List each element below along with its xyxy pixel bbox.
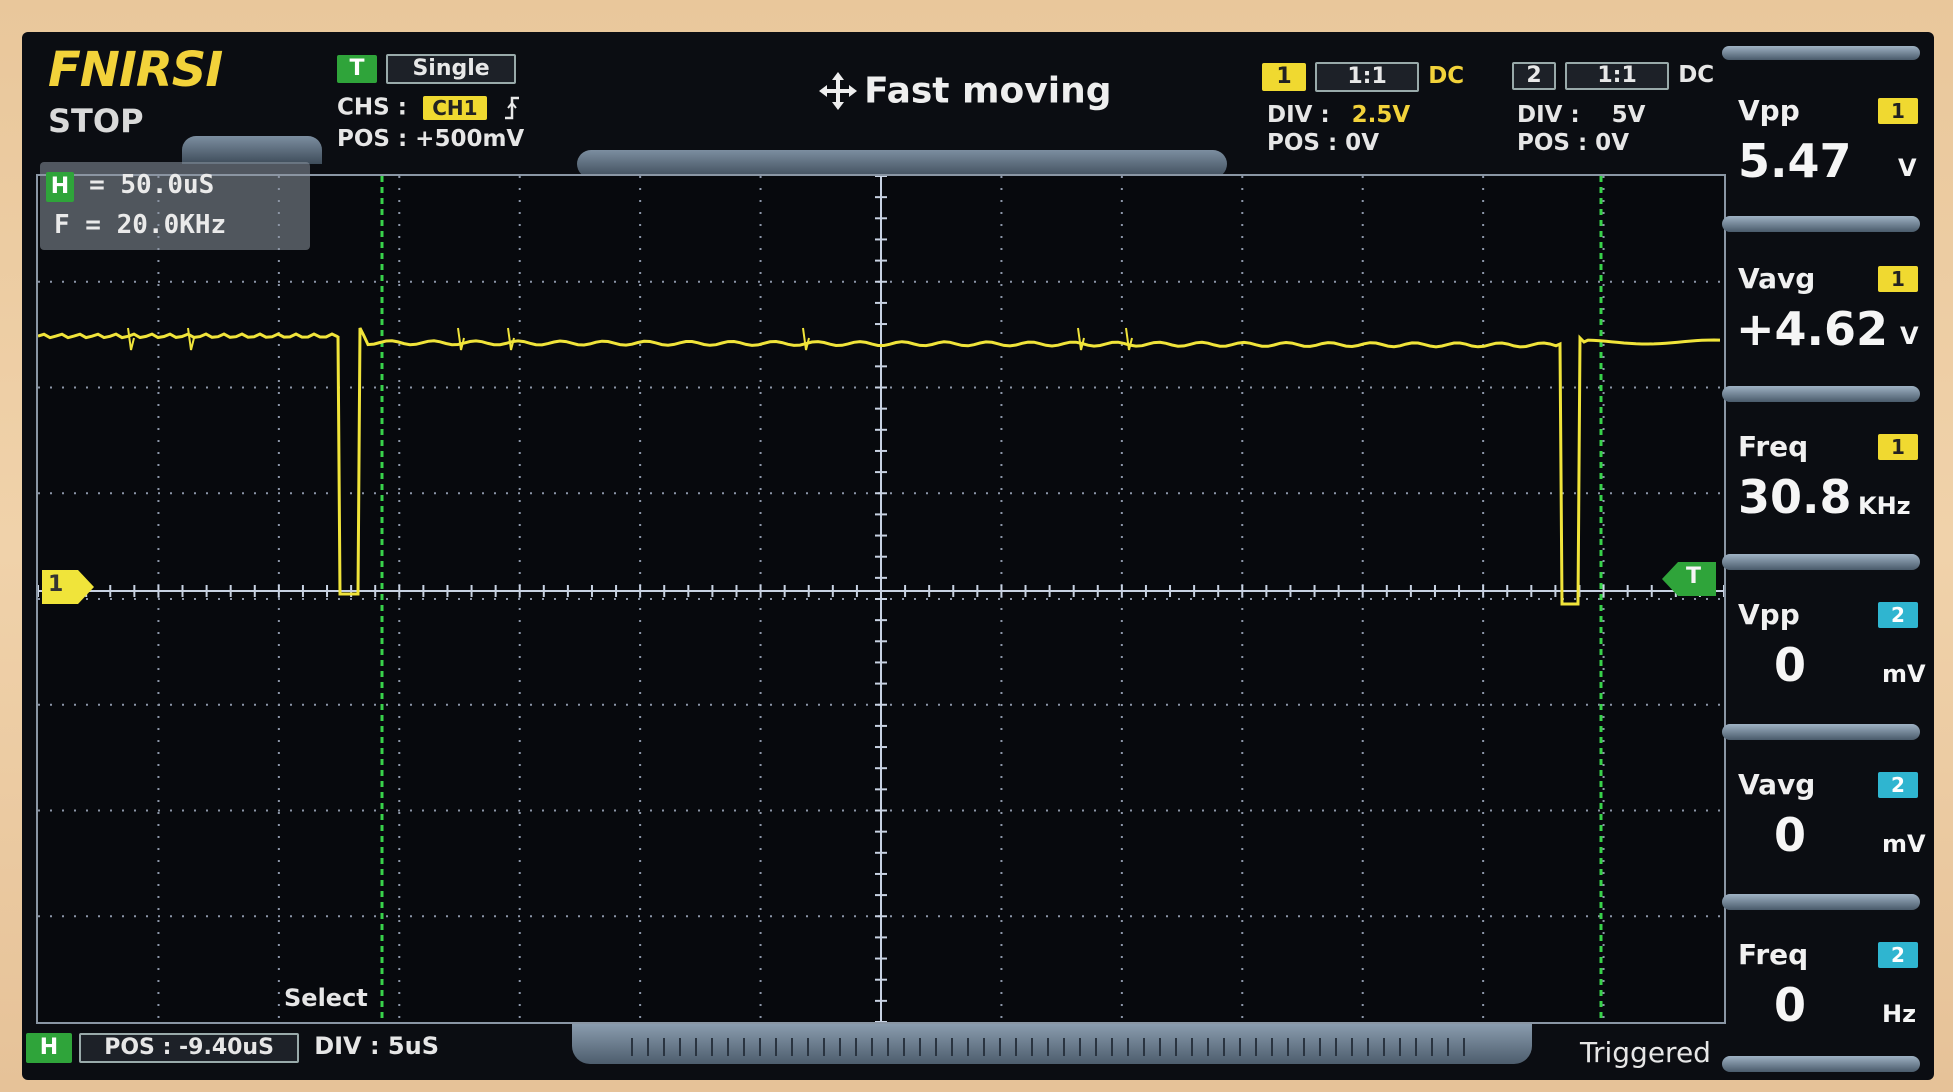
- timebase-div[interactable]: DIV : 5uS: [314, 1032, 439, 1060]
- cursor-f-value: F = 20.0KHz: [54, 210, 227, 240]
- meas-separator-2: [1722, 386, 1920, 402]
- meas-ch1-vpp[interactable]: Vpp 1 5.47 V: [1738, 94, 1924, 214]
- meas-ch2-freq[interactable]: Freq 2 0 Hz: [1738, 938, 1924, 1058]
- ch2-probe[interactable]: 1:1: [1565, 62, 1670, 90]
- meas-ch2-freq-title: Freq: [1738, 938, 1809, 971]
- trigger-block[interactable]: T Single: [337, 54, 517, 84]
- meas-ch2-vpp-value: 0: [1774, 638, 1807, 692]
- cursor-readout: H = 50.0uS F = 20.0KHz: [40, 162, 310, 250]
- brand-logo: FNIRSI: [48, 42, 223, 98]
- ch1-glitch: [457, 327, 465, 351]
- meas-separator-3: [1722, 554, 1920, 570]
- meas-ch2-vavg-title: Vavg: [1738, 768, 1816, 801]
- ch1-header[interactable]: 1 1:1 DC: [1262, 62, 1464, 92]
- meas-ch1-vpp-unit: V: [1898, 154, 1917, 182]
- ch1-glitch: [127, 327, 135, 351]
- trigger-source[interactable]: CH1: [422, 95, 487, 120]
- meas-ch1-vavg[interactable]: Vavg 1 +4.62 V: [1736, 262, 1924, 382]
- ch1-div-row: DIV : 2.5V: [1267, 102, 1410, 128]
- timebase-slider[interactable]: [572, 1024, 1532, 1064]
- ch1-glitch: [507, 327, 515, 351]
- meas-ch1-freq-value: 30.8: [1738, 470, 1852, 524]
- meas-separator-bottom: [1722, 1056, 1920, 1072]
- ch1-probe[interactable]: 1:1: [1315, 62, 1420, 92]
- ch2-coupling[interactable]: DC: [1678, 62, 1714, 88]
- meas-ch2-freq-value: 0: [1774, 978, 1807, 1032]
- meas-ch1-vavg-title: Vavg: [1738, 262, 1816, 295]
- ch2-div-label: DIV :: [1517, 102, 1580, 128]
- ch1-div-value: 2.5V: [1351, 102, 1411, 128]
- waveform-grid[interactable]: [37, 175, 1725, 1023]
- meas-ch2-vpp[interactable]: Vpp 2 0 mV: [1738, 598, 1926, 718]
- cursor-h-value: = 50.0uS: [89, 170, 215, 200]
- ch1-glitch: [1077, 327, 1085, 351]
- timebase-row[interactable]: H POS : -9.40uS DIV : 5uS: [26, 1032, 439, 1063]
- meas-ch1-vpp-channel: 1: [1878, 98, 1918, 124]
- ch2-badge: 2: [1512, 62, 1556, 90]
- oscilloscope-screen: FNIRSI STOP T Single CHS : CH1 POS : +50…: [22, 32, 1934, 1080]
- meas-ch2-vavg-channel: 2: [1878, 772, 1918, 798]
- meas-ch2-vpp-unit: mV: [1882, 660, 1926, 688]
- trigger-mode[interactable]: Single: [386, 54, 517, 84]
- ch2-div-row: DIV : 5V: [1517, 102, 1645, 128]
- meas-ch1-vavg-channel: 1: [1878, 266, 1918, 292]
- timebase-ticks: [631, 1038, 1465, 1056]
- meas-ch2-vpp-channel: 2: [1878, 602, 1918, 628]
- ch1-coupling[interactable]: DC: [1428, 63, 1464, 89]
- ch1-badge: 1: [1262, 63, 1306, 91]
- trigger-badge: T: [337, 55, 377, 83]
- ch2-div-value: 5V: [1611, 102, 1646, 128]
- ch1-div-label: DIV :: [1267, 102, 1330, 128]
- meas-ch1-freq-channel: 1: [1878, 434, 1918, 460]
- meas-separator-4: [1722, 724, 1920, 740]
- status-area: Fast moving: [817, 70, 1112, 112]
- meas-ch1-vavg-unit: V: [1900, 322, 1919, 350]
- rising-edge-icon: [504, 96, 519, 120]
- timebase-h-badge: H: [26, 1033, 72, 1063]
- timebase-position[interactable]: POS : -9.40uS: [79, 1033, 300, 1063]
- waveform-display[interactable]: [36, 174, 1726, 1024]
- meas-ch2-vavg[interactable]: Vavg 2 0 mV: [1738, 768, 1926, 888]
- trigger-source-label: CHS :: [337, 94, 407, 121]
- meas-ch2-freq-channel: 2: [1878, 942, 1918, 968]
- trigger-source-row[interactable]: CHS : CH1: [337, 94, 523, 122]
- move-arrows-icon: [819, 72, 857, 110]
- cursor-h-row: H = 50.0uS: [46, 170, 214, 202]
- ch2-header[interactable]: 2 1:1 DC: [1512, 62, 1714, 90]
- status-message: Fast moving: [864, 70, 1112, 112]
- meas-ch2-freq-unit: Hz: [1882, 1000, 1917, 1028]
- trigger-status: Triggered: [1580, 1036, 1711, 1069]
- ch2-position: POS : 0V: [1517, 130, 1629, 156]
- ch1-glitch: [187, 327, 195, 351]
- cursor-tab: [182, 136, 322, 164]
- trigger-level-marker[interactable]: T: [1662, 562, 1716, 596]
- meas-ch1-freq[interactable]: Freq 1 30.8 KHz: [1738, 430, 1924, 550]
- meas-separator-5: [1722, 894, 1920, 910]
- meas-separator-1: [1722, 216, 1920, 232]
- meas-ch1-vavg-value: +4.62: [1736, 302, 1889, 356]
- ch1-marker-label: 1: [48, 572, 64, 597]
- ch1-level-marker[interactable]: 1: [42, 570, 94, 604]
- meas-ch2-vavg-value: 0: [1774, 808, 1807, 862]
- meas-ch2-vavg-unit: mV: [1882, 830, 1926, 858]
- trigger-position: POS : +500mV: [337, 126, 525, 152]
- cursor-h-badge: H: [46, 172, 74, 202]
- ch1-glitch: [802, 327, 810, 351]
- ch1-position: POS : 0V: [1267, 130, 1379, 156]
- meas-separator-top: [1722, 46, 1920, 60]
- ch1-waveform: [37, 327, 1721, 606]
- meas-ch1-freq-title: Freq: [1738, 430, 1809, 463]
- run-state[interactable]: STOP: [48, 102, 144, 140]
- meas-ch2-vpp-title: Vpp: [1738, 598, 1800, 631]
- meas-ch1-vpp-title: Vpp: [1738, 94, 1800, 127]
- select-label[interactable]: Select: [284, 984, 368, 1012]
- trigger-marker-label: T: [1686, 564, 1702, 589]
- meas-ch1-vpp-value: 5.47: [1738, 134, 1852, 188]
- meas-ch1-freq-unit: KHz: [1858, 492, 1911, 520]
